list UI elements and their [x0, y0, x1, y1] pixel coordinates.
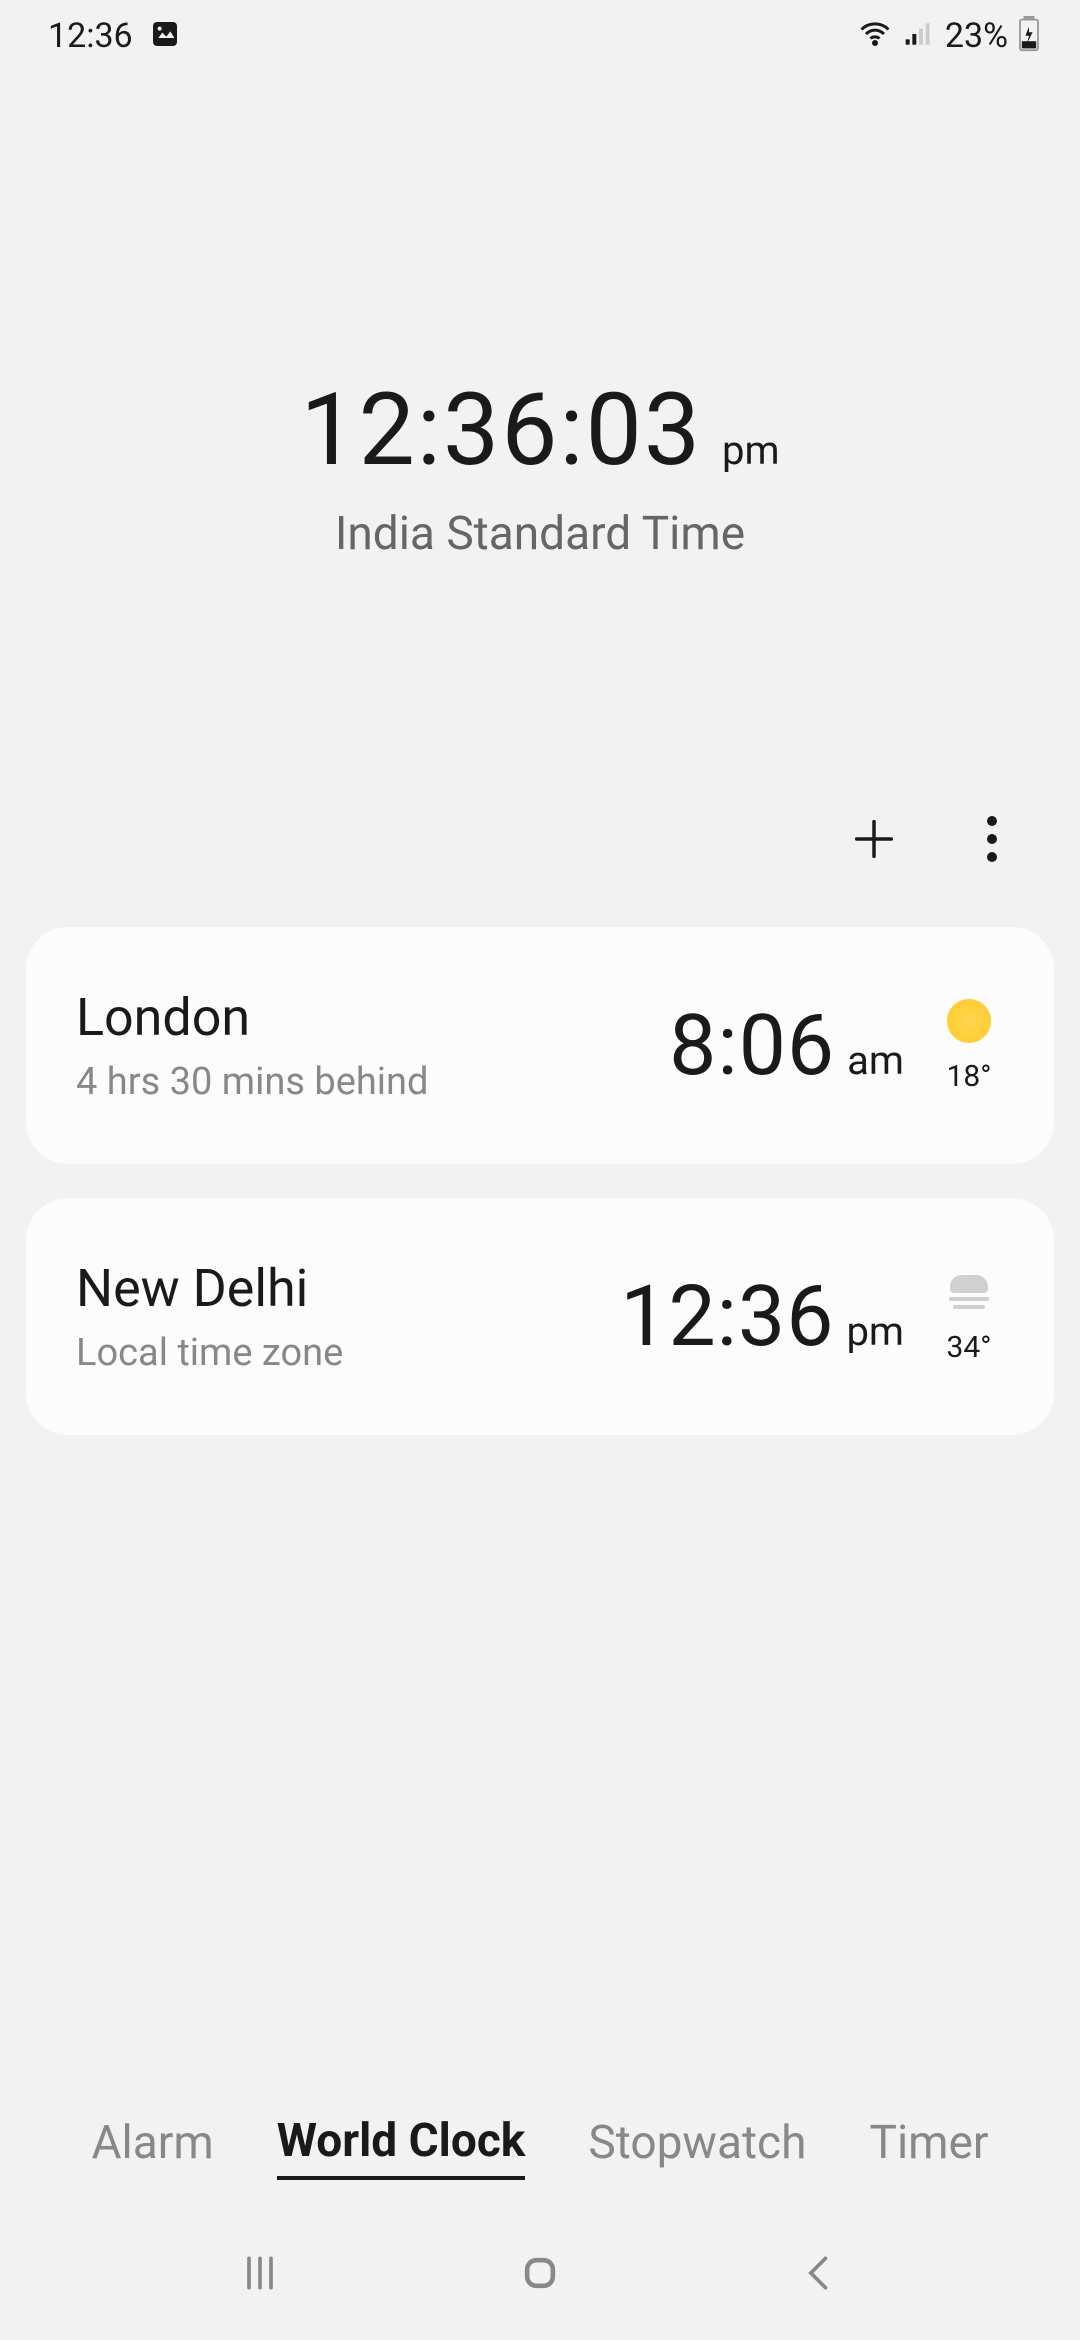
- bottom-tabs: Alarm World Clock Stopwatch Timer: [0, 2114, 1080, 2180]
- city-card-london[interactable]: London 4 hrs 30 mins behind 8:06 am 18°: [26, 927, 1054, 1164]
- city-temp: 34°: [947, 1330, 992, 1365]
- hero-timezone: India Standard Time: [335, 507, 745, 561]
- city-weather: 34°: [934, 1268, 1004, 1365]
- city-info: New Delhi Local time zone: [76, 1258, 343, 1375]
- recent-apps-button[interactable]: [238, 2251, 282, 2299]
- city-ampm: pm: [846, 1308, 904, 1355]
- city-offset: 4 hrs 30 mins behind: [76, 1060, 428, 1104]
- sunny-icon: [945, 997, 993, 1045]
- status-right: 23%: [857, 16, 1040, 56]
- city-offset: Local time zone: [76, 1331, 343, 1375]
- city-card-newdelhi[interactable]: New Delhi Local time zone 12:36 pm 34°: [26, 1198, 1054, 1435]
- city-time-block: 8:06 am: [669, 996, 904, 1095]
- status-time: 12:36: [48, 16, 133, 56]
- tab-timer[interactable]: Timer: [870, 2116, 989, 2178]
- city-time: 12:36: [620, 1267, 834, 1366]
- fog-icon: [945, 1268, 993, 1316]
- city-time: 8:06: [669, 996, 835, 1095]
- city-list: London 4 hrs 30 mins behind 8:06 am 18° …: [0, 927, 1080, 1435]
- city-ampm: am: [847, 1037, 904, 1084]
- system-nav-bar: [0, 2210, 1080, 2340]
- city-info: London 4 hrs 30 mins behind: [76, 987, 428, 1104]
- city-name: New Delhi: [76, 1258, 343, 1319]
- city-temp: 18°: [947, 1059, 992, 1094]
- action-row: [0, 811, 1080, 927]
- screenshot-icon: [149, 18, 181, 54]
- status-bar: 12:36 23%: [0, 0, 1080, 72]
- hero-ampm: pm: [722, 427, 780, 474]
- wifi-icon: [857, 16, 893, 56]
- signal-icon: [903, 18, 935, 54]
- hero-time-row: 12:36:03 pm: [300, 372, 779, 489]
- battery-percent: 23%: [945, 16, 1008, 56]
- tab-world-clock[interactable]: World Clock: [277, 2114, 526, 2180]
- tab-stopwatch[interactable]: Stopwatch: [588, 2116, 806, 2178]
- hero-time: 12:36:03: [300, 372, 702, 489]
- city-weather: 18°: [934, 997, 1004, 1094]
- back-button[interactable]: [798, 2251, 842, 2299]
- battery-icon: [1018, 16, 1040, 56]
- hero-clock: 12:36:03 pm India Standard Time: [0, 72, 1080, 811]
- tab-alarm[interactable]: Alarm: [92, 2116, 214, 2178]
- home-button[interactable]: [518, 2251, 562, 2299]
- add-city-button[interactable]: [846, 811, 902, 867]
- more-options-button[interactable]: [964, 811, 1020, 867]
- city-name: London: [76, 987, 428, 1048]
- city-time-block: 12:36 pm: [620, 1267, 904, 1366]
- status-left: 12:36: [48, 16, 181, 56]
